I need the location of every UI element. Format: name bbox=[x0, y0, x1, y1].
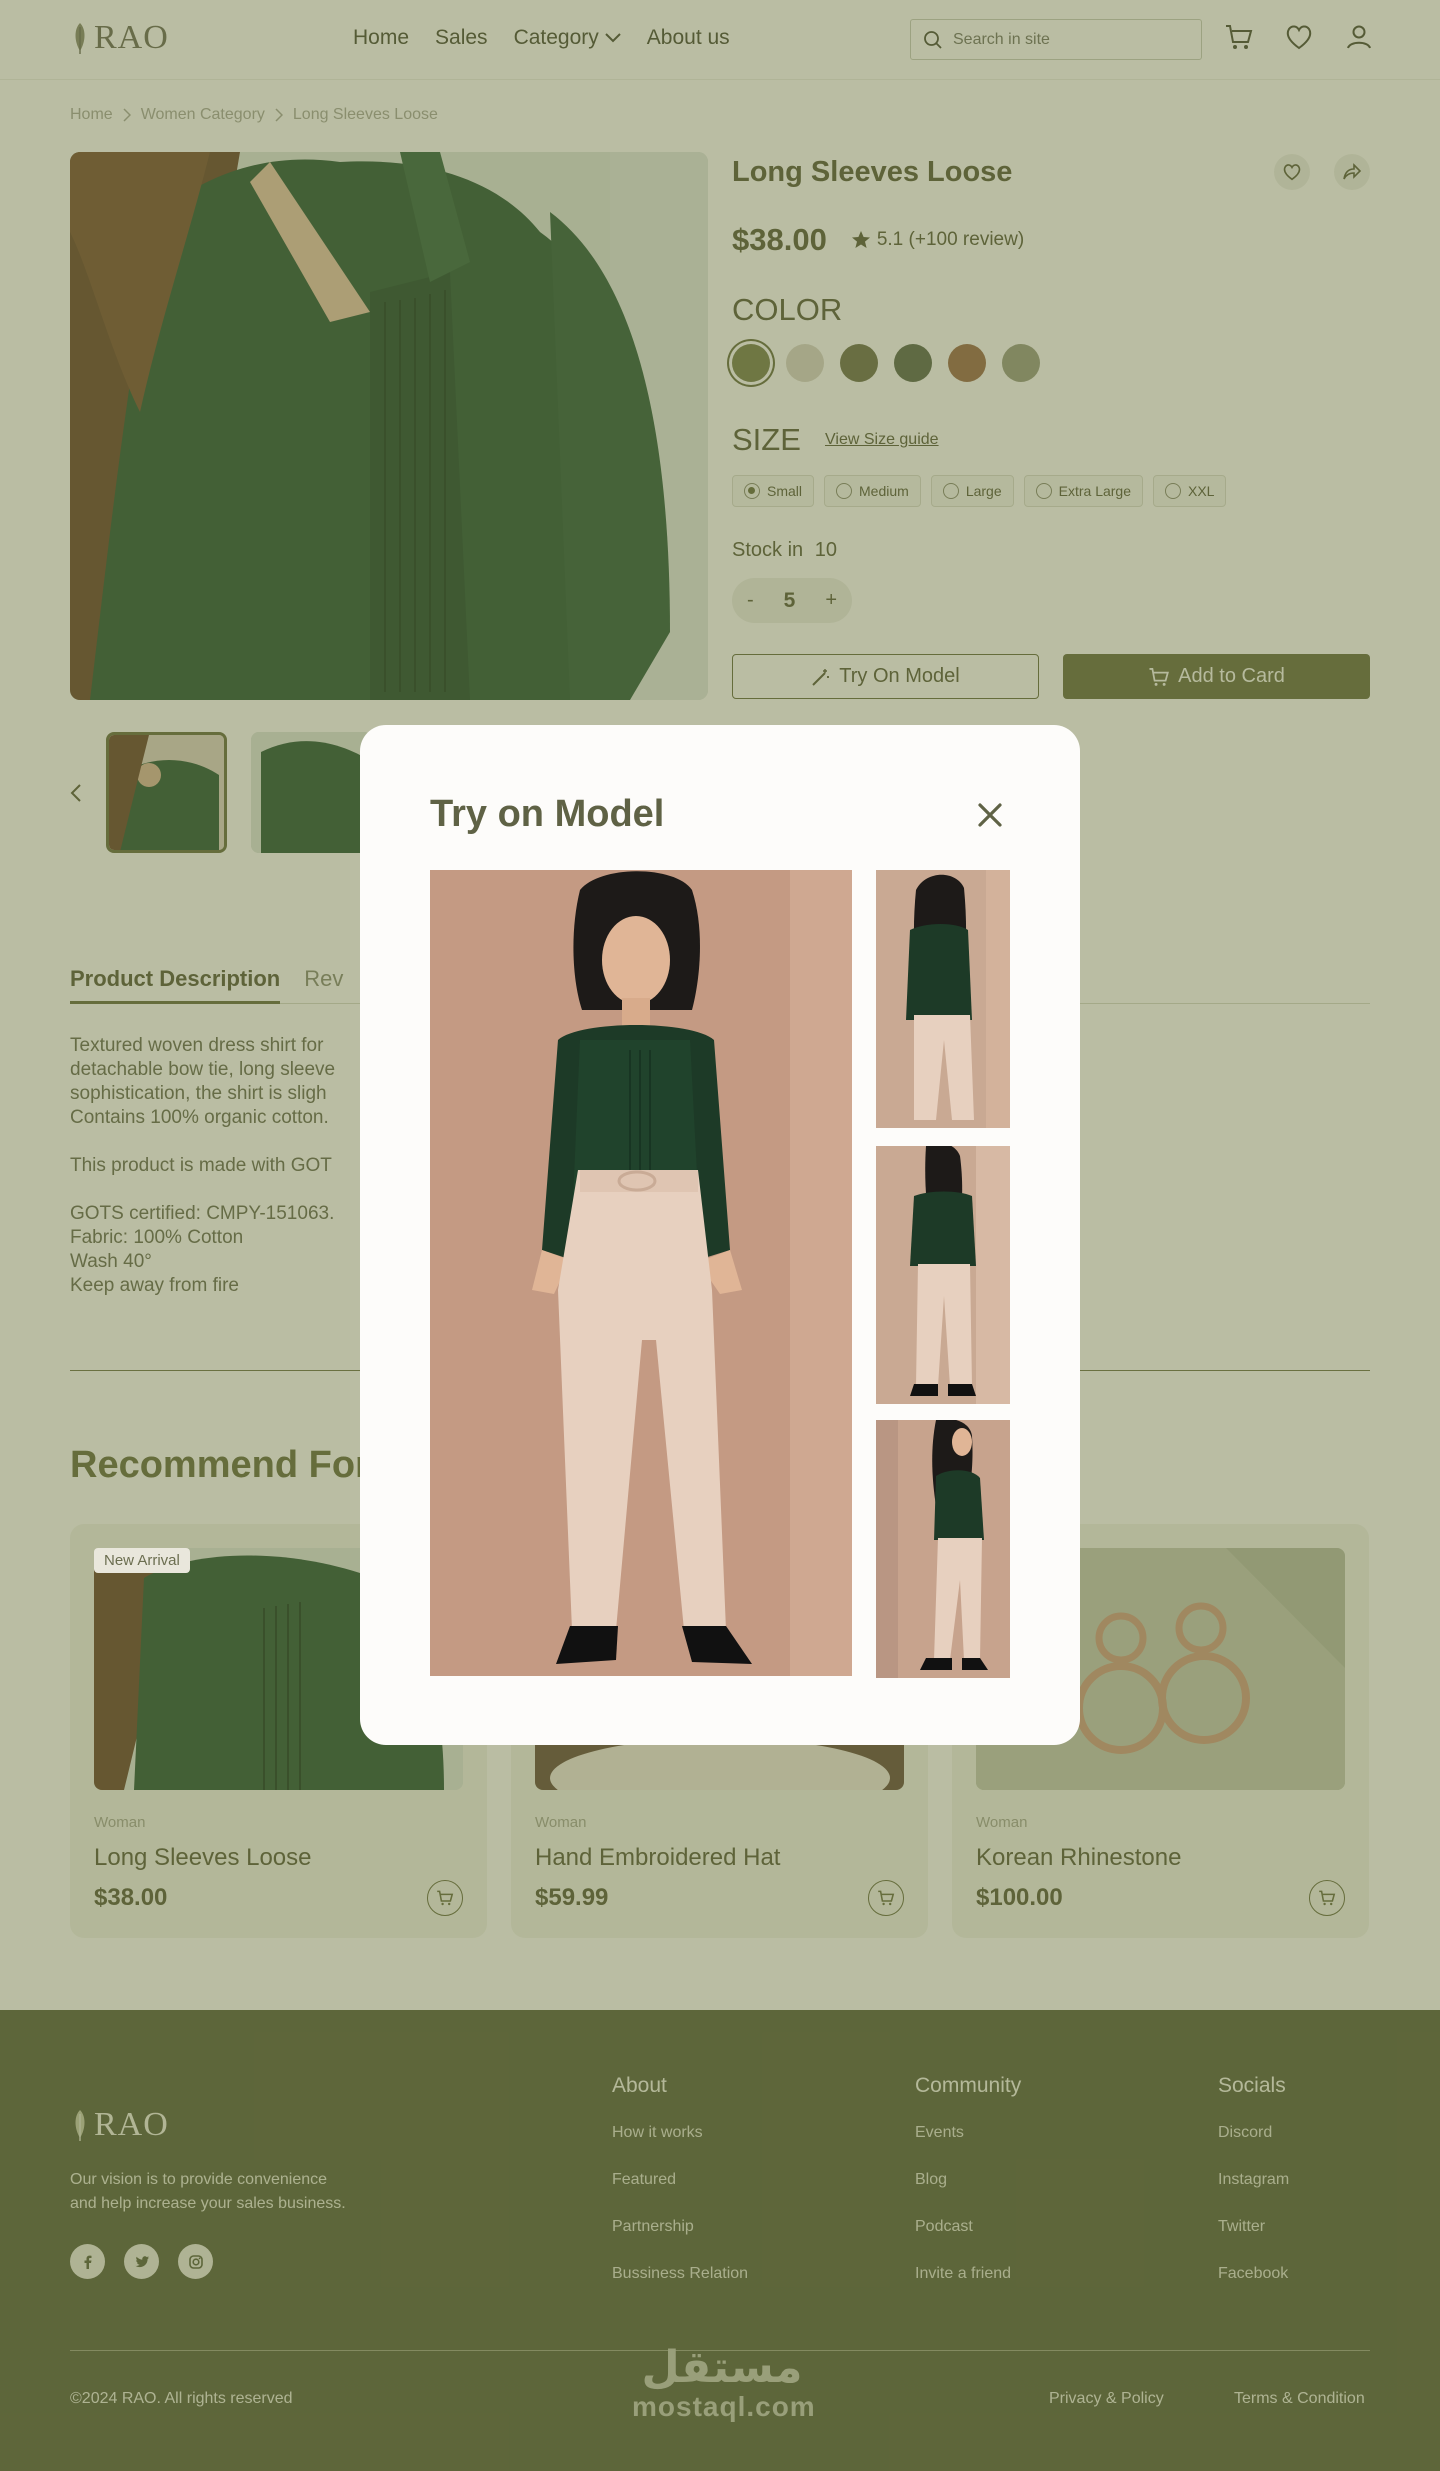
modal-title: Try on Model bbox=[430, 793, 665, 835]
model-front-photo bbox=[430, 870, 852, 1676]
model-back-thumbnail[interactable] bbox=[876, 870, 1010, 1128]
model-back-full-thumbnail[interactable] bbox=[876, 1146, 1010, 1404]
model-side-photo bbox=[876, 1420, 1010, 1678]
new-arrival-badge: New Arrival bbox=[94, 1548, 190, 1573]
close-icon[interactable] bbox=[972, 797, 1008, 833]
model-back-full-photo bbox=[876, 1146, 1010, 1404]
model-main-image[interactable] bbox=[430, 870, 852, 1676]
try-on-model-modal: Try on Model bbox=[360, 725, 1080, 1745]
model-back-photo bbox=[876, 870, 1010, 1128]
model-side-thumbnail[interactable] bbox=[876, 1420, 1010, 1678]
